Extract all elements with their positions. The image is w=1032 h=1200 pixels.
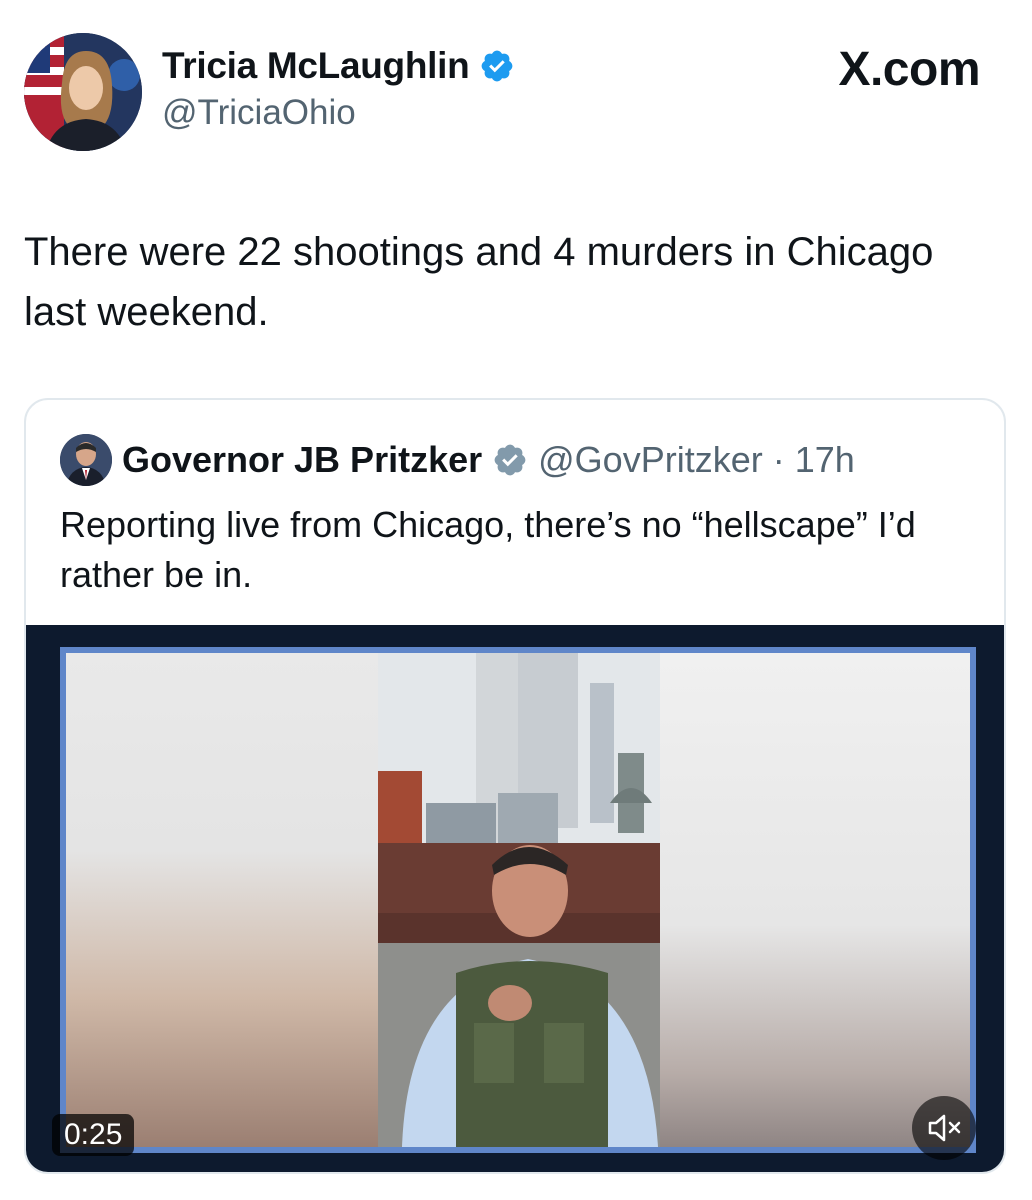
blurred-video-right [660, 653, 970, 1147]
author-name-row[interactable]: Tricia McLaughlin [162, 45, 515, 87]
quoted-author-handle[interactable]: @GovPritzker [538, 439, 763, 481]
tweet-text: There were 22 shootings and 4 murders in… [24, 230, 934, 334]
author-handle[interactable]: @TriciaOhio [162, 93, 356, 133]
gray-verified-badge-icon [494, 444, 526, 476]
quoted-tweet-card[interactable]: Governor JB Pritzker @GovPritzker · 17h Re… [24, 398, 1006, 1174]
x-com-logo: X.com [838, 42, 980, 97]
video-still [378, 653, 662, 1147]
quoted-author-avatar[interactable] [60, 434, 112, 486]
source-label: X.com [838, 43, 980, 96]
video-frame [60, 647, 976, 1153]
speaker-muted-icon [928, 1114, 961, 1142]
quoted-tweet-header: Governor JB Pritzker @GovPritzker · 17h [60, 434, 855, 486]
author-avatar[interactable] [24, 33, 142, 151]
quoted-author-name[interactable]: Governor JB Pritzker [122, 439, 482, 481]
video-duration: 0:25 [52, 1114, 135, 1156]
blurred-video-left [66, 653, 378, 1147]
separator-dot: · [772, 439, 785, 480]
video-player[interactable]: 0:25 [26, 625, 1004, 1172]
verified-badge-icon [482, 50, 513, 82]
quoted-tweet-text: Reporting live from Chicago, there’s no … [60, 504, 916, 595]
quoted-timestamp[interactable]: 17h [795, 439, 855, 481]
author-name[interactable]: Tricia McLaughlin [162, 45, 470, 87]
mute-button[interactable] [912, 1096, 976, 1160]
